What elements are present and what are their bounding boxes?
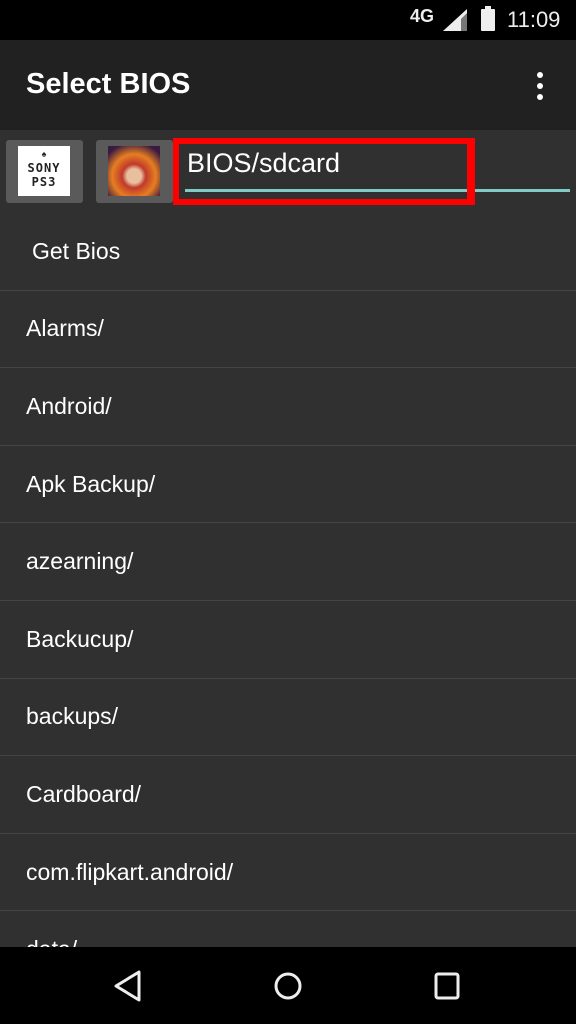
playstation-icon: ♠ <box>41 149 47 159</box>
get-bios-item[interactable]: Get Bios <box>0 213 576 291</box>
list-item[interactable]: backups/ <box>0 679 576 757</box>
list-item[interactable]: Android/ <box>0 368 576 446</box>
game-cover-image <box>108 146 160 196</box>
signal-icon <box>443 9 467 31</box>
home-icon[interactable] <box>272 969 304 1003</box>
navigation-bar <box>0 947 576 1024</box>
highlight-box <box>173 138 475 205</box>
game-cover-button[interactable] <box>96 140 173 203</box>
list-item[interactable]: Cardboard/ <box>0 756 576 834</box>
ps3-logo: ♠ SONY PS3 <box>18 146 70 196</box>
app-bar: Select BIOS <box>0 40 576 130</box>
status-bar: 4G 11:09 <box>0 0 576 40</box>
list-item[interactable]: data/ <box>0 911 576 947</box>
ps3-button[interactable]: ♠ SONY PS3 <box>6 140 83 203</box>
list-item[interactable]: Backucup/ <box>0 601 576 679</box>
ps3-logo-text: SONY PS3 <box>27 161 61 189</box>
page-title: Select BIOS <box>26 68 191 100</box>
recents-icon[interactable] <box>432 969 464 1003</box>
battery-icon <box>481 6 495 31</box>
file-list[interactable]: Get Bios Alarms/ Android/ Apk Backup/ az… <box>0 213 576 947</box>
network-type: 4G <box>410 6 435 26</box>
list-item[interactable]: com.flipkart.android/ <box>0 834 576 912</box>
list-item[interactable]: Apk Backup/ <box>0 446 576 524</box>
more-vert-icon[interactable] <box>530 70 550 102</box>
clock: 11:09 <box>507 7 561 32</box>
back-icon[interactable] <box>112 969 144 1003</box>
list-item[interactable]: Alarms/ <box>0 291 576 369</box>
list-item[interactable]: azearning/ <box>0 523 576 601</box>
